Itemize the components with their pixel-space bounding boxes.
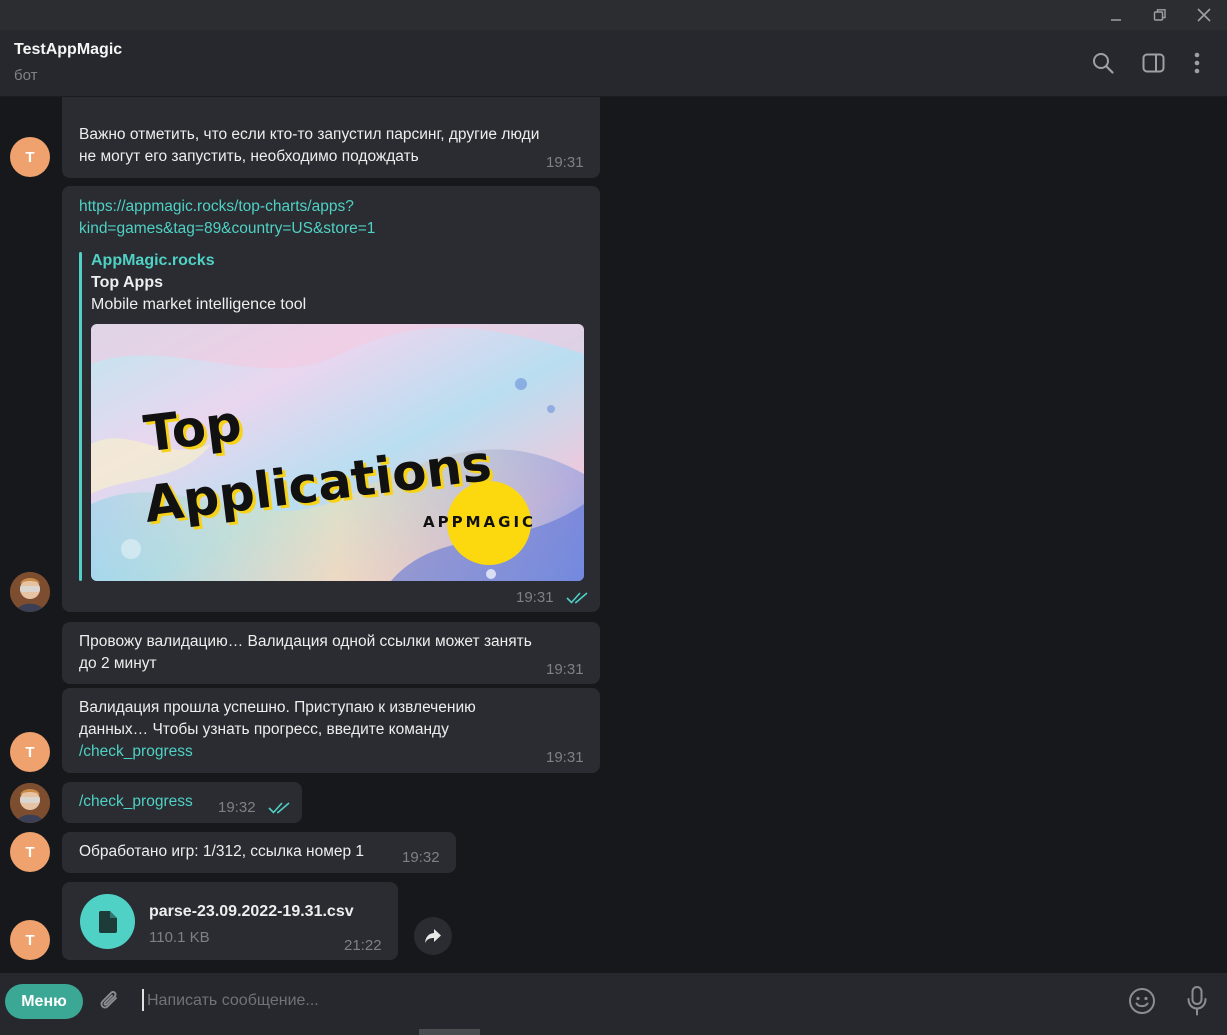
window-titlebar xyxy=(0,0,1227,30)
message-text: до 2 минут xyxy=(79,655,157,672)
chat-status: бот xyxy=(14,67,38,84)
message-input[interactable] xyxy=(147,987,1087,1015)
double-check-icon xyxy=(268,801,292,820)
share-button[interactable] xyxy=(414,917,452,955)
avatar[interactable]: T xyxy=(10,920,50,960)
message-time: 19:32 xyxy=(218,799,256,816)
message-list[interactable]: Важно отметить, что если кто-то запустил… xyxy=(0,97,1227,973)
text-caret xyxy=(142,989,144,1011)
link-preview-description: Mobile market intelligence tool xyxy=(91,296,307,313)
link-preview-site: AppMagic.rocks xyxy=(91,252,215,269)
message-time: 19:31 xyxy=(516,589,554,606)
chat-title[interactable]: TestAppMagic xyxy=(14,41,122,59)
message-text: не могут его запустить, необходимо подож… xyxy=(79,148,419,165)
file-icon[interactable] xyxy=(80,894,135,949)
command-link[interactable]: /check_progress xyxy=(79,791,193,813)
message-composer: Меню xyxy=(0,973,1227,1035)
avatar[interactable] xyxy=(10,783,50,823)
message-link[interactable]: kind=games&tag=89&country=US&store=1 xyxy=(79,218,375,240)
message-text: данных… Чтобы узнать прогресс, введите к… xyxy=(79,721,449,738)
avatar[interactable]: T xyxy=(10,732,50,772)
message-text: Валидация прошла успешно. Приступаю к из… xyxy=(79,699,476,716)
message-time: 19:31 xyxy=(546,749,584,766)
message-text: Провожу валидацию… Валидация одной ссылк… xyxy=(79,633,532,650)
link-preview-title: Top Apps xyxy=(91,274,163,291)
search-icon[interactable] xyxy=(1090,50,1116,76)
horizontal-scrollbar[interactable] xyxy=(419,1029,480,1035)
double-check-icon xyxy=(566,591,590,610)
message-text: Важно отметить, что если кто-то запустил… xyxy=(79,126,540,143)
link-preview-image[interactable]: Top Top Applications Applications APPMAG… xyxy=(91,324,584,581)
message-time: 19:31 xyxy=(546,154,584,171)
more-vertical-icon[interactable] xyxy=(1184,50,1210,76)
avatar[interactable]: T xyxy=(10,137,50,177)
bot-menu-button[interactable]: Меню xyxy=(5,984,83,1019)
file-size: 110.1 KB xyxy=(149,929,210,946)
sidebar-toggle-icon[interactable] xyxy=(1140,50,1166,76)
share-arrow-icon xyxy=(425,929,441,943)
command-link[interactable]: /check_progress xyxy=(79,741,193,763)
restore-icon[interactable] xyxy=(1138,0,1182,30)
message-time: 21:22 xyxy=(344,937,382,954)
microphone-icon[interactable] xyxy=(1182,985,1212,1017)
file-name[interactable]: parse-23.09.2022-19.31.csv xyxy=(149,903,354,921)
image-logo: APPMAGIC xyxy=(423,513,536,531)
link-preview-bar xyxy=(79,252,82,581)
image-text: Top xyxy=(141,394,245,463)
avatar[interactable]: T xyxy=(10,832,50,872)
message-link[interactable]: https://appmagic.rocks/top-charts/apps? xyxy=(79,196,354,218)
minimize-icon[interactable] xyxy=(1094,0,1138,30)
close-icon[interactable] xyxy=(1182,0,1226,30)
message-time: 19:31 xyxy=(546,661,584,678)
avatar[interactable] xyxy=(10,572,50,612)
message-time: 19:32 xyxy=(402,849,440,866)
attach-icon[interactable] xyxy=(95,986,125,1016)
message-text: Обработано игр: 1/312, ссылка номер 1 xyxy=(79,843,365,860)
chat-header: TestAppMagic бот xyxy=(0,30,1227,97)
emoji-icon[interactable] xyxy=(1127,986,1157,1016)
